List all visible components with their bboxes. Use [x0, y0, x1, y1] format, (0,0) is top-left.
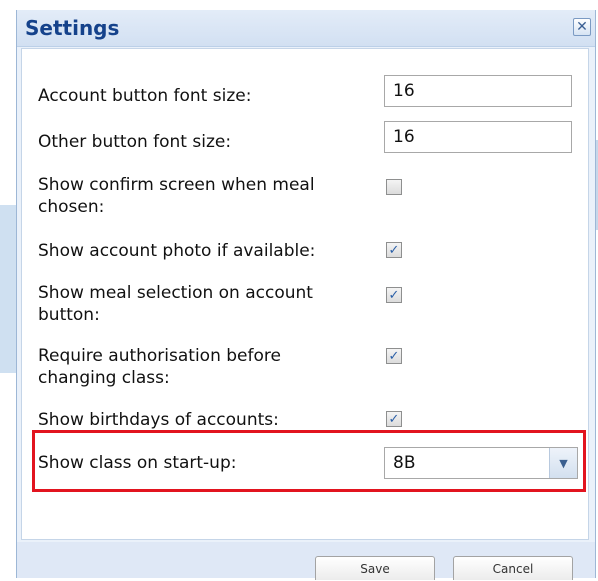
- check-icon: ✓: [388, 411, 400, 427]
- confirm-screen-checkbox[interactable]: [386, 179, 402, 195]
- startup-class-label: Show class on start-up:: [38, 453, 237, 473]
- dropdown-trigger[interactable]: ▼: [549, 448, 577, 478]
- account-photo-checkbox[interactable]: ✓: [386, 242, 402, 258]
- dialog-footer: Save Cancel: [17, 542, 595, 580]
- birthdays-checkbox[interactable]: ✓: [386, 411, 402, 427]
- meal-selection-label-line1: Show meal selection on account: [38, 283, 313, 303]
- require-auth-label-line1: Require authorisation before: [38, 346, 281, 366]
- require-auth-label-line2: changing class:: [38, 368, 170, 388]
- cancel-button[interactable]: Cancel: [453, 556, 573, 580]
- background-panel: [0, 205, 17, 373]
- chevron-down-icon: ▼: [559, 456, 568, 470]
- dialog-titlebar: Settings ✕: [17, 10, 595, 47]
- settings-dialog: Settings ✕ Account button font size: Oth…: [16, 10, 596, 580]
- save-button[interactable]: Save: [315, 556, 435, 580]
- startup-class-select[interactable]: 8B ▼: [384, 447, 578, 479]
- account-photo-label: Show account photo if available:: [38, 241, 316, 261]
- other-font-size-label: Other button font size:: [38, 132, 232, 152]
- birthdays-label: Show birthdays of accounts:: [38, 410, 279, 430]
- account-font-size-label: Account button font size:: [38, 86, 252, 106]
- check-icon: ✓: [388, 287, 400, 303]
- meal-selection-label-line2: button:: [38, 305, 100, 325]
- close-button[interactable]: ✕: [573, 18, 591, 36]
- check-icon: ✓: [388, 242, 400, 258]
- check-icon: ✓: [388, 348, 400, 364]
- startup-class-value: 8B: [393, 453, 416, 473]
- meal-selection-checkbox[interactable]: ✓: [386, 287, 402, 303]
- require-auth-checkbox[interactable]: ✓: [386, 348, 402, 364]
- settings-form: Account button font size: Other button f…: [21, 48, 589, 540]
- confirm-screen-label-line1: Show confirm screen when meal: [38, 175, 315, 195]
- dialog-title: Settings: [25, 16, 120, 40]
- confirm-screen-label: Show confirm screen when meal chosen:: [38, 174, 315, 218]
- confirm-screen-label-line2: chosen:: [38, 197, 105, 217]
- close-icon: ✕: [576, 19, 588, 35]
- other-font-size-input[interactable]: [384, 121, 572, 153]
- require-auth-label: Require authorisation before changing cl…: [38, 345, 281, 389]
- meal-selection-label: Show meal selection on account button:: [38, 282, 313, 326]
- account-font-size-input[interactable]: [384, 75, 572, 107]
